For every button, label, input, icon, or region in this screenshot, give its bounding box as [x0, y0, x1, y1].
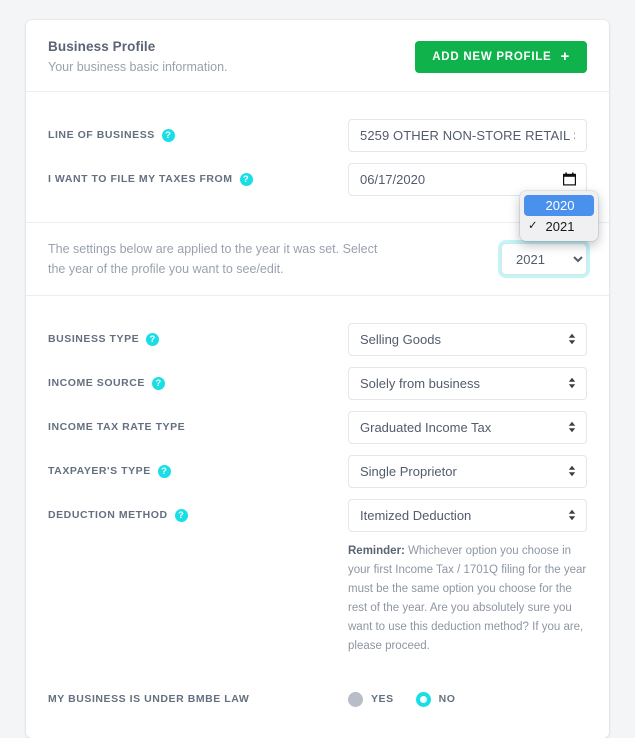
file-taxes-from-label-text: I WANT TO FILE MY TAXES FROM	[48, 173, 233, 185]
business-type-row: BUSINESS TYPE ?	[48, 322, 587, 356]
taxpayers-type-row: TAXPAYER'S TYPE ?	[48, 454, 587, 488]
help-icon[interactable]: ?	[161, 128, 175, 142]
reminder-body: Whichever option you choose in your firs…	[348, 545, 587, 652]
income-source-control	[348, 366, 587, 400]
radio-selected-icon[interactable]	[415, 691, 431, 707]
deduction-method-label-text: DEDUCTION METHOD	[48, 509, 168, 521]
bmbe-row: MY BUSINESS IS UNDER BMBE LAW YES NO	[48, 682, 587, 716]
income-source-label-text: INCOME SOURCE	[48, 377, 145, 389]
business-type-select-wrapper	[348, 322, 587, 356]
deduction-method-select-wrapper	[348, 498, 587, 532]
reminder-spacer	[48, 542, 348, 656]
taxpayers-type-label-text: TAXPAYER'S TYPE	[48, 465, 151, 477]
year-select[interactable]: 2021	[501, 243, 587, 275]
reminder-strong: Reminder:	[348, 545, 405, 557]
bmbe-yes-label: YES	[371, 693, 394, 705]
file-taxes-from-row: I WANT TO FILE MY TAXES FROM ?	[48, 162, 587, 196]
taxpayers-type-select-wrapper	[348, 454, 587, 488]
taxpayers-type-control	[348, 454, 587, 488]
page-title: Business Profile	[48, 39, 156, 54]
line-of-business-label: LINE OF BUSINESS ?	[48, 128, 348, 142]
year-option-2021-tick: ✓	[528, 219, 538, 232]
income-source-row: INCOME SOURCE ?	[48, 366, 587, 400]
radio-unselected-icon[interactable]	[348, 691, 363, 707]
year-option-2021-label: 2021	[545, 219, 575, 234]
bmbe-radio-yes[interactable]: YES	[348, 691, 394, 707]
bmbe-label: MY BUSINESS IS UNDER BMBE LAW	[48, 693, 348, 705]
business-type-label: BUSINESS TYPE ?	[48, 332, 348, 346]
card-header: Business Profile Your business basic inf…	[26, 20, 609, 92]
plus-icon: +	[560, 47, 570, 65]
year-note-row: The settings below are applied to the ye…	[48, 239, 587, 279]
year-option-2020-label: 2020	[545, 198, 575, 213]
deduction-method-label: DEDUCTION METHOD ?	[48, 508, 348, 522]
help-icon[interactable]: ?	[146, 332, 160, 346]
line-of-business-input[interactable]	[348, 118, 587, 152]
settings-section: BUSINESS TYPE ? INCOME SOURCE	[26, 296, 609, 738]
taxpayers-type-label: TAXPAYER'S TYPE ?	[48, 464, 348, 478]
add-new-profile-button[interactable]: ADD NEW PROFILE +	[415, 40, 587, 73]
business-type-label-text: BUSINESS TYPE	[48, 333, 140, 345]
year-option-2020[interactable]: 2020	[524, 195, 594, 216]
income-source-label: INCOME SOURCE ?	[48, 376, 348, 390]
business-type-select[interactable]	[348, 322, 587, 356]
help-icon[interactable]: ?	[174, 508, 188, 522]
line-of-business-control	[348, 118, 587, 152]
add-new-profile-label: ADD NEW PROFILE	[432, 50, 552, 63]
year-option-2021[interactable]: ✓ 2021	[524, 216, 594, 237]
business-profile-card: Business Profile Your business basic inf…	[26, 20, 609, 738]
help-icon[interactable]: ?	[239, 172, 253, 186]
year-dropdown-popup[interactable]: 2020 ✓ 2021	[520, 191, 598, 241]
deduction-method-row: DEDUCTION METHOD ?	[48, 498, 587, 532]
income-tax-rate-type-row: INCOME TAX RATE TYPE	[48, 410, 587, 444]
business-type-control	[348, 322, 587, 356]
income-tax-rate-type-control	[348, 410, 587, 444]
reminder-row: Reminder: Whichever option you choose in…	[48, 542, 587, 656]
income-tax-rate-type-select-wrapper	[348, 410, 587, 444]
year-select-holder: 2021	[501, 243, 587, 275]
income-tax-rate-type-label: INCOME TAX RATE TYPE	[48, 421, 348, 433]
income-source-select[interactable]	[348, 366, 587, 400]
bmbe-control: YES NO	[348, 691, 587, 707]
reminder-text: Reminder: Whichever option you choose in…	[348, 542, 587, 656]
deduction-method-select[interactable]	[348, 498, 587, 532]
income-source-select-wrapper	[348, 366, 587, 400]
income-tax-rate-type-label-text: INCOME TAX RATE TYPE	[48, 421, 186, 433]
header-texts: Business Profile Your business basic inf…	[48, 38, 228, 75]
help-icon[interactable]: ?	[157, 464, 171, 478]
file-taxes-from-label: I WANT TO FILE MY TAXES FROM ?	[48, 172, 348, 186]
line-of-business-label-text: LINE OF BUSINESS	[48, 129, 155, 141]
page-subtitle: Your business basic information.	[48, 60, 228, 74]
income-tax-rate-type-select[interactable]	[348, 410, 587, 444]
taxpayers-type-select[interactable]	[348, 454, 587, 488]
line-of-business-row: LINE OF BUSINESS ?	[48, 118, 587, 152]
help-icon[interactable]: ?	[152, 376, 165, 390]
bmbe-radio-group: YES NO	[348, 691, 587, 707]
year-note-text: The settings below are applied to the ye…	[48, 242, 378, 276]
bmbe-no-label: NO	[438, 693, 456, 705]
bmbe-label-text: MY BUSINESS IS UNDER BMBE LAW	[48, 693, 250, 705]
bmbe-radio-no[interactable]: NO	[415, 691, 456, 707]
deduction-method-control	[348, 498, 587, 532]
